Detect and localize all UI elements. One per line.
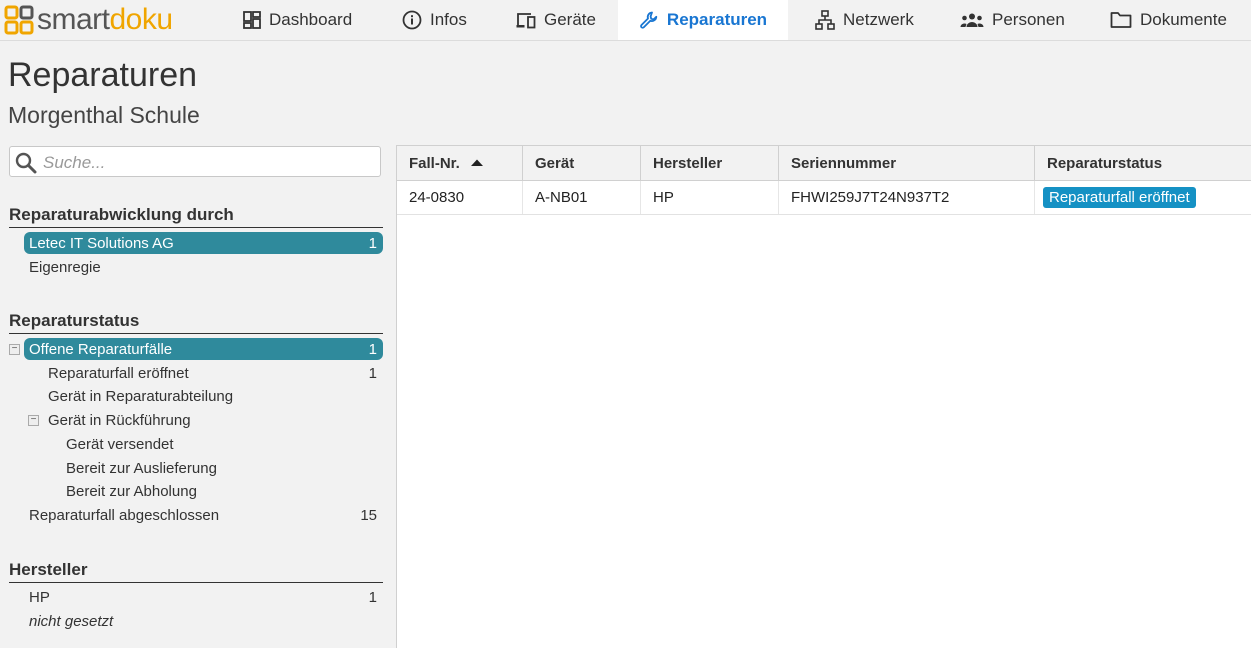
status-badge: Reparaturfall eröffnet — [1043, 187, 1196, 208]
app-logo[interactable]: smart doku — [4, 3, 173, 37]
filter-item-eroeffnet[interactable]: Reparaturfall eröffnet 1 — [43, 362, 383, 384]
filter-title-abwicklung: Reparaturabwicklung durch — [9, 205, 383, 228]
column-header-hersteller[interactable]: Hersteller — [641, 146, 779, 180]
filter-item-count: 1 — [368, 234, 377, 252]
filter-item-label: Bereit zur Abholung — [66, 482, 197, 500]
column-header-reparaturstatus[interactable]: Reparaturstatus — [1035, 146, 1251, 180]
filter-item-label: Eigenregie — [29, 258, 101, 276]
search-input[interactable] — [41, 150, 375, 176]
logo-text-doku: doku — [109, 3, 174, 36]
repairs-table: Fall-Nr. Gerät Hersteller Seriennummer R… — [396, 145, 1251, 648]
nav-personen-label: Personen — [992, 10, 1065, 29]
collapse-toggle-offene[interactable]: − — [9, 344, 20, 355]
nav-geraete[interactable]: Geräte — [516, 0, 596, 40]
column-header-geraet[interactable]: Gerät — [523, 146, 641, 180]
column-header-fall-nr[interactable]: Fall-Nr. — [397, 146, 523, 180]
filter-item-label: Gerät in Rückführung — [48, 411, 191, 429]
filter-item-nicht-gesetzt[interactable]: nicht gesetzt — [24, 610, 383, 632]
nav-dashboard[interactable]: Dashboard — [243, 0, 352, 40]
filter-item-rueckfuehrung[interactable]: Gerät in Rückführung — [43, 409, 383, 431]
nav-geraete-label: Geräte — [544, 10, 596, 29]
logo-text-smart: smart — [37, 3, 110, 36]
top-navigation: smart doku Dashboard Infos Geräte Reparat… — [0, 0, 1251, 41]
devices-icon — [516, 13, 536, 29]
nav-reparaturen-label: Reparaturen — [666, 10, 768, 29]
nav-netzwerk-label: Netzwerk — [843, 10, 914, 29]
filter-title-status: Reparaturstatus — [9, 311, 383, 334]
filter-item-abholung[interactable]: Bereit zur Abholung — [61, 480, 383, 502]
filter-item-count: 1 — [368, 340, 377, 358]
cell-hersteller: HP — [641, 181, 779, 214]
filter-item-label: Gerät versendet — [66, 435, 174, 453]
nav-dashboard-label: Dashboard — [269, 10, 353, 29]
filter-item-reparaturabteilung[interactable]: Gerät in Reparaturabteilung — [43, 385, 383, 407]
page-subtitle: Morgenthal Schule — [8, 102, 200, 128]
filter-item-label: nicht gesetzt — [29, 612, 114, 630]
filter-item-eigenregie[interactable]: Eigenregie — [24, 256, 383, 278]
cell-reparaturstatus: Reparaturfall eröffnet — [1035, 181, 1251, 214]
filter-item-label: Reparaturfall eröffnet — [48, 364, 189, 382]
nav-reparaturen[interactable]: Reparaturen — [618, 0, 788, 40]
filter-item-count: 1 — [368, 588, 377, 606]
nav-dokumente[interactable]: Dokumente — [1110, 0, 1227, 40]
filter-item-letec[interactable]: Letec IT Solutions AG 1 — [24, 232, 383, 254]
filter-item-label: Gerät in Reparaturabteilung — [48, 387, 234, 405]
search-icon — [15, 152, 37, 174]
table-header: Fall-Nr. Gerät Hersteller Seriennummer R… — [397, 146, 1251, 181]
network-icon — [815, 10, 835, 30]
column-header-label: Fall-Nr. — [409, 154, 460, 172]
people-icon — [960, 13, 984, 27]
nav-personen[interactable]: Personen — [960, 0, 1065, 40]
filter-item-label: Reparaturfall abgeschlossen — [29, 506, 220, 524]
filter-item-abgeschlossen[interactable]: Reparaturfall abgeschlossen 15 — [24, 504, 383, 526]
filter-item-label: Bereit zur Auslieferung — [66, 459, 217, 477]
collapse-toggle-rueckfuehrung[interactable]: − — [28, 415, 39, 426]
table-row[interactable]: 24-0830 A-NB01 HP FHWI259J7T24N937T2 Rep… — [397, 181, 1251, 215]
filter-item-versendet[interactable]: Gerät versendet — [61, 433, 383, 455]
filter-item-auslieferung[interactable]: Bereit zur Auslieferung — [61, 457, 383, 479]
filter-title-hersteller: Hersteller — [9, 560, 383, 583]
folder-icon — [1110, 12, 1132, 28]
nav-netzwerk[interactable]: Netzwerk — [815, 0, 914, 40]
dashboard-icon — [243, 11, 261, 29]
filter-item-label: Letec IT Solutions AG — [29, 234, 174, 252]
filter-item-hp[interactable]: HP 1 — [24, 586, 383, 608]
sort-ascending-icon — [470, 159, 483, 166]
filter-item-count: 15 — [360, 506, 377, 524]
filter-item-label: Offene Reparaturfälle — [29, 340, 173, 358]
filter-item-count: 1 — [368, 364, 377, 382]
wrench-icon — [640, 11, 658, 29]
nav-infos-label: Infos — [430, 10, 467, 29]
info-icon — [402, 10, 422, 30]
logo-icon — [4, 5, 34, 35]
page-title: Reparaturen — [8, 56, 198, 94]
nav-dokumente-label: Dokumente — [1140, 10, 1227, 29]
cell-seriennummer: FHWI259J7T24N937T2 — [779, 181, 1035, 214]
nav-infos[interactable]: Infos — [402, 0, 467, 40]
filter-item-offene[interactable]: Offene Reparaturfälle 1 — [24, 338, 383, 360]
column-header-seriennummer[interactable]: Seriennummer — [779, 146, 1035, 180]
cell-fall-nr: 24-0830 — [397, 181, 523, 214]
filter-item-label: HP — [29, 588, 50, 606]
search-box — [9, 146, 381, 177]
cell-geraet: A-NB01 — [523, 181, 641, 214]
